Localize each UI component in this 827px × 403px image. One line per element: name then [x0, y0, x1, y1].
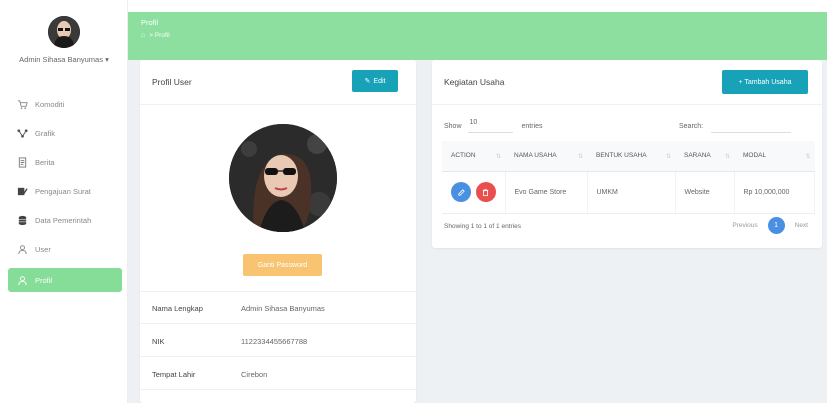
action-cell	[442, 171, 506, 214]
add-usaha-button[interactable]: + Tambah Usaha	[722, 70, 808, 94]
cell-modal: Rp 10,000,000	[734, 171, 815, 214]
profile-photo	[229, 124, 337, 232]
info-label: Nama Lengkap	[152, 304, 203, 313]
sort-icon: ⇅	[665, 154, 671, 160]
trash-icon	[483, 188, 489, 196]
kegiatan-card: Kegiatan Usaha + Tambah Usaha Show 10 en…	[432, 60, 822, 248]
column-header-action[interactable]: ACTION ⇅	[442, 141, 505, 172]
next-page-button[interactable]: Next	[795, 222, 808, 229]
sidebar-item-berita[interactable]: Berita	[8, 148, 122, 177]
sidebar-item-label: Komoditi	[35, 100, 65, 109]
info-value: Admin Sihasa Banyumas	[241, 304, 325, 313]
page-button-1[interactable]: 1	[767, 217, 785, 234]
kegiatan-card-header: Kegiatan Usaha + Tambah Usaha	[432, 60, 822, 105]
entries-label: entries	[521, 122, 543, 130]
info-value: 1122334455667788	[241, 337, 308, 346]
sidebar-item-pengajuan-surat[interactable]: Pengajuan Surat	[8, 177, 122, 206]
database-icon	[17, 215, 28, 226]
sidebar: Admin Sihasa Banyumas ▾ Komoditi Grafik …	[0, 0, 128, 403]
previous-page-button[interactable]: Previous	[732, 222, 757, 229]
table-row: Evo Game Store UMKM Website Rp 10,000,00…	[442, 171, 815, 214]
sidebar-item-label: Berita	[35, 158, 55, 167]
table-header-row: ACTION ⇅ NAMA USAHA ⇅ BENTUK USAHA ⇅ SARANA…	[442, 141, 815, 172]
info-label: NIK	[152, 337, 165, 346]
pagination: Previous 1 Next	[732, 217, 808, 234]
page-title: Profil	[141, 18, 159, 27]
info-label: Tempat Lahir	[152, 370, 196, 379]
table-info: Showing 1 to 1 of 1 entries	[444, 223, 521, 230]
cell-bentuk-usaha: UMKM	[587, 171, 676, 214]
change-password-button[interactable]: Ganti Password	[243, 254, 322, 276]
entries-select[interactable]: 10	[467, 119, 513, 133]
sidebar-nav: Komoditi Grafik Berita Pengajuan Surat D…	[8, 90, 122, 292]
sidebar-item-user[interactable]: User	[8, 235, 122, 264]
profile-card-title: Profil User	[152, 77, 192, 87]
document-icon	[17, 157, 28, 168]
sidebar-item-label: User	[35, 245, 51, 254]
search-control: Search:	[679, 119, 792, 133]
column-header-modal[interactable]: MODAL ⇅	[734, 141, 815, 172]
search-input[interactable]	[711, 119, 792, 133]
graph-icon	[17, 128, 28, 139]
pencil-icon: ✎	[364, 78, 371, 85]
kegiatan-table: ACTION ⇅ NAMA USAHA ⇅ BENTUK USAHA ⇅ SARANA…	[442, 141, 815, 214]
search-label: Search:	[679, 122, 704, 130]
sidebar-item-profil[interactable]: Profil	[8, 268, 122, 292]
column-header-bentuk-usaha[interactable]: BENTUK USAHA ⇅	[587, 141, 675, 172]
profile-card: Profil User ✎ Edit Ganti Password Nama L…	[140, 60, 416, 403]
sidebar-item-label: Data Pemerintah	[35, 216, 92, 225]
sidebar-item-label: Grafik	[35, 129, 56, 138]
page-header: Profil ⌂ > Profil	[128, 12, 827, 60]
sort-icon: ⇅	[495, 154, 501, 160]
breadcrumb: ⌂ > Profil	[141, 32, 170, 39]
sort-icon: ⇅	[805, 154, 811, 160]
sidebar-item-grafik[interactable]: Grafik	[8, 119, 122, 148]
breadcrumb-current: Profil	[154, 32, 170, 39]
user-name: Admin Sihasa Banyumas	[19, 55, 103, 64]
sidebar-item-komoditi[interactable]: Komoditi	[8, 90, 122, 119]
entries-length-control: Show 10 entries	[444, 119, 543, 133]
cell-nama-usaha: Evo Game Store	[505, 171, 588, 214]
user-icon	[17, 275, 28, 286]
sort-icon: ⇅	[724, 154, 730, 160]
pencil-icon	[457, 188, 465, 196]
kegiatan-card-title: Kegiatan Usaha	[444, 77, 505, 87]
user-menu-toggle[interactable]: Admin Sihasa Banyumas ▾	[0, 55, 128, 64]
sidebar-item-label: Pengajuan Surat	[35, 187, 91, 196]
edit-label: Edit	[373, 77, 386, 85]
profile-card-header: Profil User ✎ Edit	[140, 60, 416, 105]
info-row-nama: Nama Lengkap Admin Sihasa Banyumas	[140, 292, 416, 324]
info-row-nik: NIK 1122334455667788	[140, 325, 416, 357]
sidebar-item-data-pemerintah[interactable]: Data Pemerintah	[8, 206, 122, 235]
caret-down-icon: ▾	[105, 55, 109, 64]
sidebar-item-label: Profil	[35, 275, 53, 285]
column-header-sarana[interactable]: SARANA ⇅	[675, 141, 734, 172]
signature-icon	[17, 186, 28, 197]
edit-row-button[interactable]	[451, 182, 471, 202]
sort-icon: ⇅	[577, 154, 583, 160]
show-label: Show	[444, 122, 462, 130]
edit-profile-button[interactable]: ✎ Edit	[352, 70, 398, 92]
delete-row-button[interactable]	[475, 182, 496, 202]
info-value: Cirebon	[241, 370, 268, 379]
cart-icon	[17, 99, 28, 110]
column-header-nama-usaha[interactable]: NAMA USAHA ⇅	[505, 141, 587, 172]
cell-sarana: Website	[675, 171, 735, 214]
user-icon	[17, 244, 28, 255]
avatar[interactable]	[48, 16, 80, 48]
home-icon[interactable]: ⌂	[141, 32, 145, 39]
info-row-tempat-lahir: Tempat Lahir Cirebon	[140, 358, 416, 390]
